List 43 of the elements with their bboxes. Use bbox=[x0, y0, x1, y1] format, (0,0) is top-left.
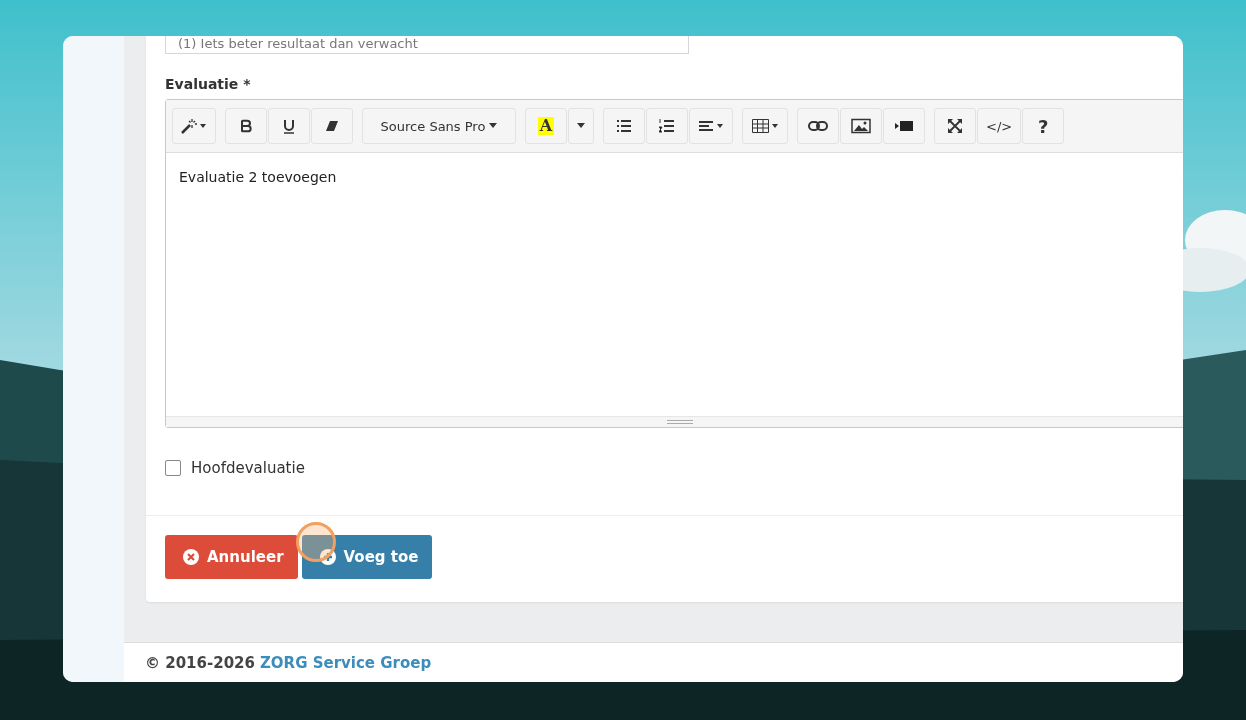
magic-button[interactable] bbox=[172, 108, 216, 144]
result-field[interactable]: (1) Iets beter resultaat dan verwacht bbox=[165, 36, 689, 54]
video-button[interactable] bbox=[883, 108, 925, 144]
font-dropdown[interactable]: Source Sans Pro bbox=[362, 108, 516, 144]
fullscreen-icon bbox=[947, 118, 963, 134]
align-icon bbox=[698, 118, 724, 134]
eraser-button[interactable] bbox=[311, 108, 353, 144]
underline-icon bbox=[281, 118, 297, 134]
image-icon bbox=[851, 118, 871, 134]
field-label: Evaluatie * bbox=[165, 76, 251, 92]
numbers-button[interactable] bbox=[646, 108, 688, 144]
bold-icon bbox=[238, 118, 254, 134]
bold-button[interactable] bbox=[225, 108, 267, 144]
caret-icon bbox=[489, 123, 498, 129]
bullets-button[interactable] bbox=[603, 108, 645, 144]
plus-circle-icon bbox=[319, 549, 336, 565]
numbered-list-icon bbox=[659, 118, 675, 134]
checkbox[interactable] bbox=[165, 460, 181, 476]
link-icon bbox=[808, 118, 828, 134]
help-button[interactable]: ? bbox=[1022, 108, 1065, 144]
underline-button[interactable] bbox=[268, 108, 310, 144]
bullet-list-icon bbox=[616, 118, 632, 134]
add-button[interactable]: Voeg toe bbox=[301, 535, 433, 579]
table-button[interactable] bbox=[742, 108, 788, 144]
code-view-button[interactable]: </> bbox=[977, 108, 1022, 144]
fullscreen-button[interactable] bbox=[934, 108, 976, 144]
checkbox-label: Hoofdevaluatie bbox=[191, 459, 305, 477]
resize-handle-icon[interactable] bbox=[667, 420, 693, 424]
close-circle-icon bbox=[183, 549, 199, 565]
text-color-button[interactable]: A bbox=[525, 108, 567, 144]
align-button[interactable] bbox=[689, 108, 733, 144]
click-highlight bbox=[296, 522, 336, 562]
eraser-icon bbox=[324, 118, 340, 134]
caret-button[interactable] bbox=[568, 108, 594, 144]
magic-wand-icon bbox=[181, 118, 207, 134]
link-button[interactable] bbox=[797, 108, 839, 144]
copyright-text: © 2016-2026 bbox=[145, 653, 255, 672]
image-button[interactable] bbox=[840, 108, 882, 144]
video-icon bbox=[894, 118, 914, 134]
caret-icon bbox=[577, 123, 585, 129]
company-link[interactable]: ZORG Service Groep bbox=[259, 653, 432, 672]
table-icon bbox=[751, 118, 779, 134]
cancel-button[interactable]: Annuleer bbox=[165, 535, 298, 579]
